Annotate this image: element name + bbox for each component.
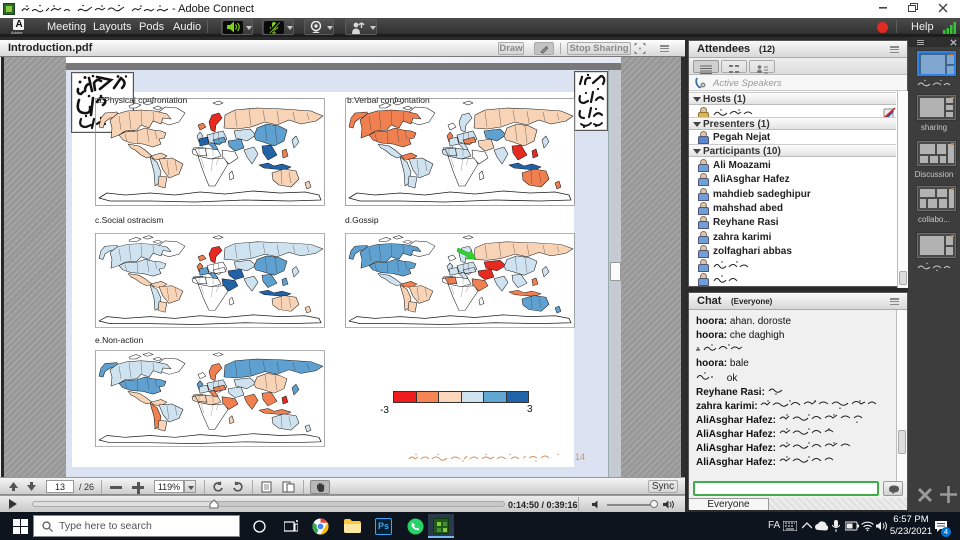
svg-text:- Adobe Connect: - Adobe Connect xyxy=(172,3,254,15)
